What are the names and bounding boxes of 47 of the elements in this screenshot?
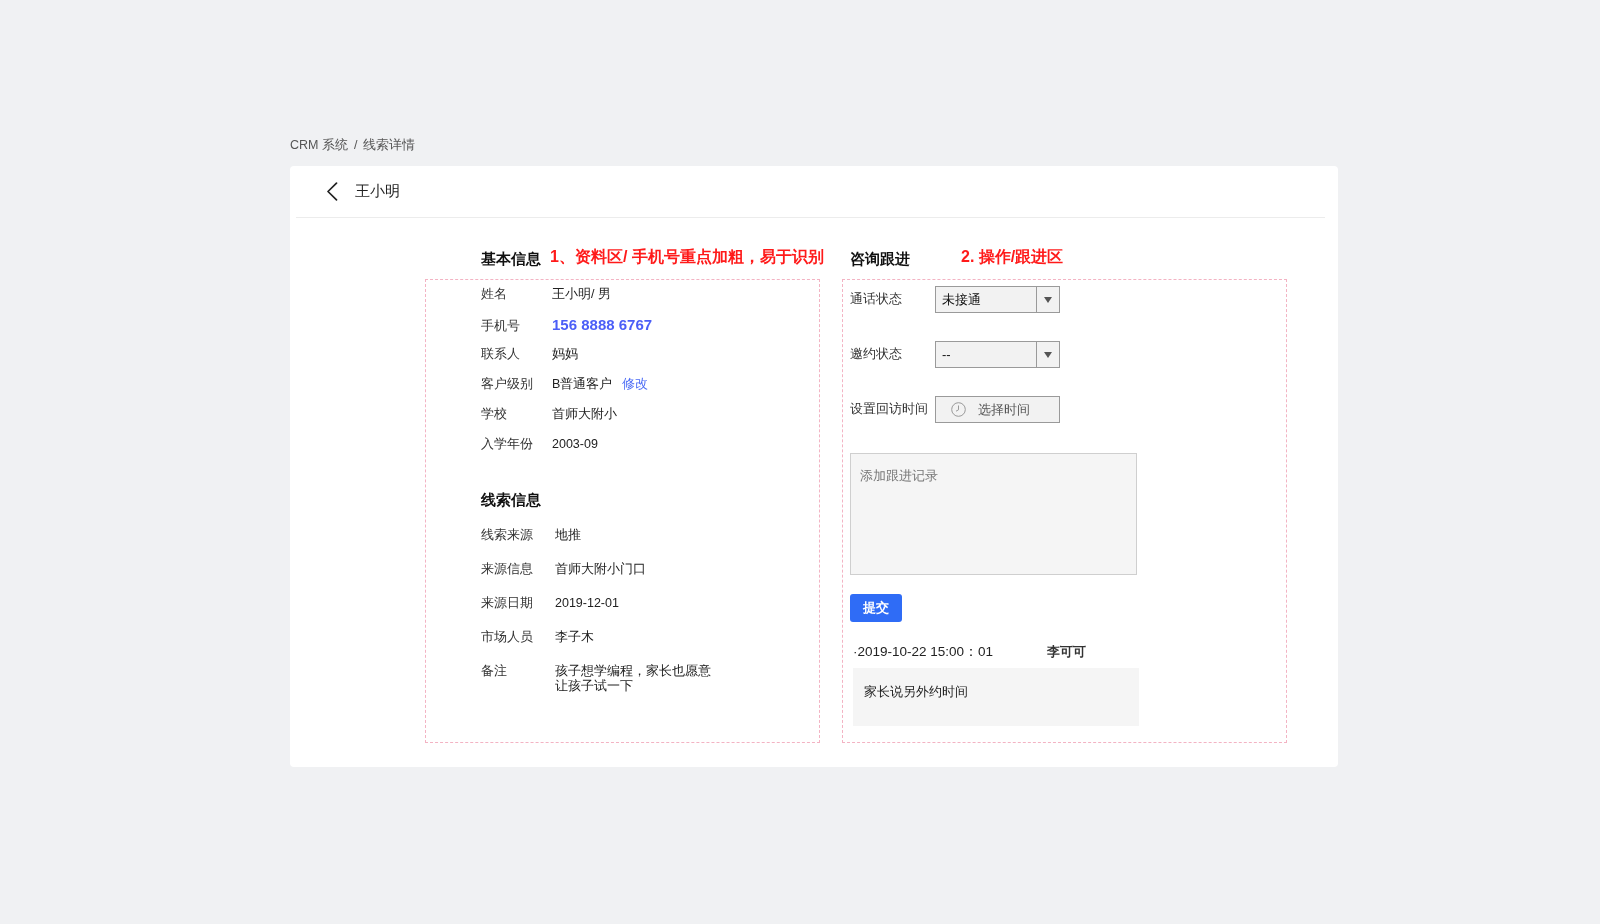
edit-link[interactable]: 修改 <box>622 377 649 392</box>
field-label: 学校 <box>481 407 508 422</box>
dropdown-select[interactable]: 未接通 <box>935 286 1060 313</box>
breadcrumb-item[interactable]: CRM 系统 <box>290 135 348 155</box>
annotation-text: 1、资料区/ 手机号重点加粗，易于识别 <box>550 247 824 267</box>
field-label: 客户级别 <box>481 377 534 392</box>
field-label: 手机号 <box>481 319 521 334</box>
field-label: 来源日期 <box>481 596 534 611</box>
field-value: 王小明/ 男 <box>552 287 611 302</box>
field-value: 2019-12-01 <box>555 596 619 611</box>
field-label: 线索来源 <box>481 528 534 543</box>
submit-button[interactable]: 提交 <box>850 594 902 622</box>
breadcrumb-separator: / <box>353 136 358 154</box>
section-title: 咨询跟进 <box>850 250 910 270</box>
record-time: ·2019-10-22 15:00：01 <box>853 642 995 661</box>
breadcrumb-item: 线索详情 <box>363 136 416 154</box>
clock-icon <box>951 402 966 417</box>
field-label: 设置回访时间 <box>850 401 929 419</box>
field-label: 市场人员 <box>481 630 534 645</box>
record-author: 李可可 <box>1047 643 1086 661</box>
field-label: 邀约状态 <box>850 346 903 364</box>
field-label: 姓名 <box>481 287 508 302</box>
section-title: 基本信息 <box>481 250 541 270</box>
field-value: B普通客户 <box>552 377 613 392</box>
field-value: 首师大附小 <box>552 407 617 422</box>
field-value: 首师大附小门口 <box>555 562 646 577</box>
field-label: 联系人 <box>481 347 521 362</box>
record-note: 家长说另外约时间 <box>853 668 1139 726</box>
annotation-text: 2. 操作/跟进区 <box>961 247 1064 267</box>
field-value: 李子木 <box>555 630 594 645</box>
phone-number: 156 8888 6767 <box>552 317 653 332</box>
field-value: 妈妈 <box>552 347 578 362</box>
dropdown-select[interactable]: -- <box>935 341 1060 368</box>
field-label: 备注 <box>481 664 508 679</box>
section-title: 线索信息 <box>481 491 541 511</box>
field-label: 来源信息 <box>481 562 534 577</box>
record-textarea[interactable]: 添加跟进记录 <box>850 453 1137 575</box>
field-label: 入学年份 <box>481 437 534 452</box>
field-value: 2003-09 <box>552 437 598 452</box>
caret-icon <box>1044 296 1052 303</box>
caret-icon <box>1044 351 1052 358</box>
time-picker[interactable]: 选择时间 <box>935 396 1060 423</box>
back-icon[interactable] <box>326 182 338 201</box>
field-label: 通话状态 <box>850 291 903 309</box>
field-value: 孩子想学编程，家长也愿意让孩子试一下 <box>555 664 712 694</box>
field-value: 地推 <box>555 528 581 543</box>
page-title: 王小明 <box>355 181 400 202</box>
